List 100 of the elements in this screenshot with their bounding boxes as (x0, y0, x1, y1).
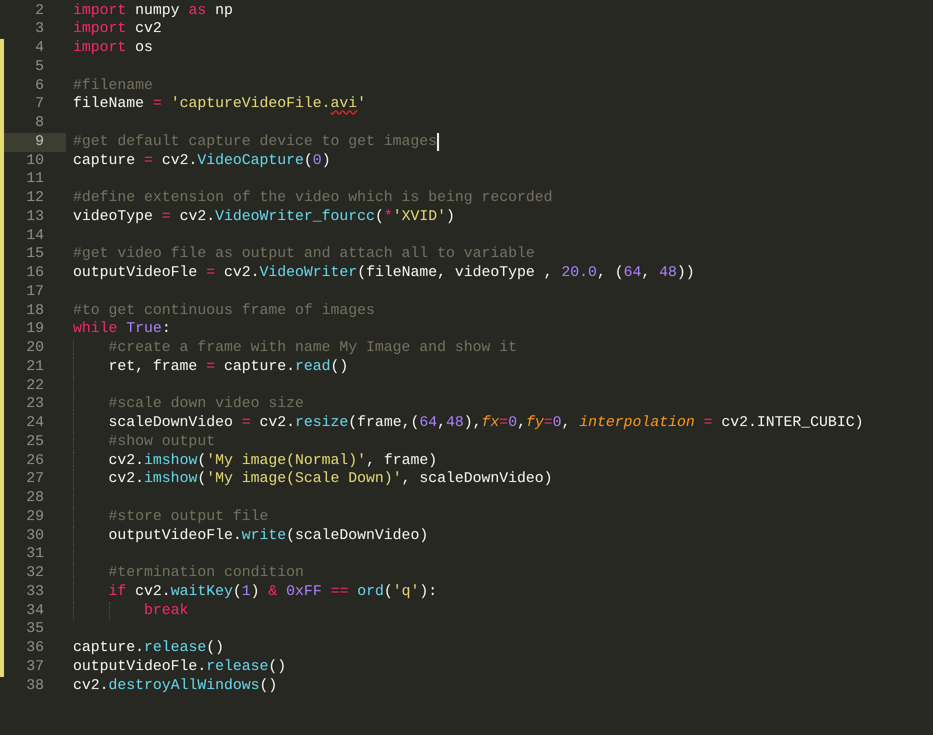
code-text: ( (304, 152, 313, 170)
text-cursor (437, 133, 440, 152)
code-text: () (259, 676, 278, 696)
code-text: cv2. (178, 208, 216, 227)
code-text: ) (250, 582, 261, 602)
code-text: capture (73, 152, 136, 170)
code-function: read (295, 358, 331, 377)
code-string: ' (357, 95, 366, 114)
line-number: 17 (26, 282, 44, 302)
code-constant: 48 (659, 264, 677, 283)
code-string: 'My image(Scale Down)' (206, 470, 402, 490)
line-number: 19 (26, 320, 44, 340)
code-text: (scaleDownVideo) (286, 526, 428, 546)
line-number: 11 (26, 170, 44, 190)
code-keyword: = (162, 208, 171, 227)
code-text: , (562, 414, 572, 433)
code-keyword: as (188, 2, 206, 20)
code-text: ( (384, 582, 393, 602)
code-text: ( (197, 452, 206, 470)
code-parameter: fx (482, 414, 500, 433)
line-number: 8 (35, 114, 44, 133)
line-number: 16 (26, 264, 44, 283)
code-text: () (268, 658, 286, 677)
code-function: ord (356, 582, 384, 602)
code-keyword: import (73, 2, 126, 20)
code-text: cv2.INTER_CUBIC) (720, 414, 864, 433)
code-text: , ( (596, 264, 624, 283)
code-function: release (206, 658, 268, 677)
code-text: cv2. (222, 264, 260, 283)
code-text: outputVideoFle. (108, 526, 242, 546)
line-number: 18 (26, 302, 44, 320)
code-text: () (330, 358, 348, 377)
code-keyword: import (73, 39, 126, 58)
line-number: 30 (26, 526, 44, 546)
code-comment: #get default capture device to get images (73, 132, 438, 152)
code-comment: #define extension of the video which is being recorded (73, 189, 552, 208)
code-text: ) (322, 152, 331, 170)
code-string: 'q' (392, 582, 420, 602)
code-keyword: while (73, 320, 118, 340)
code-text: () (206, 639, 224, 658)
line-number: 13 (26, 208, 44, 227)
code-function: write (242, 526, 286, 546)
line-number: 32 (26, 564, 44, 583)
code-comment: #show output (108, 432, 216, 452)
code-constant: 0 (312, 152, 322, 170)
code-string: 'XVID' (392, 208, 446, 227)
code-text: np (214, 2, 233, 20)
code-text: cv2. (134, 582, 171, 602)
code-keyword: = (206, 264, 216, 283)
line-number: 20 (26, 339, 44, 358)
code-parameter: interpolation (579, 414, 696, 433)
code-comment: #to get continuous frame of images (73, 302, 375, 320)
line-number: 5 (35, 58, 44, 77)
code-constant: 0 (552, 414, 562, 433)
code-keyword: * (384, 208, 393, 227)
code-keyword: = (499, 414, 508, 433)
code-string: 'My image(Normal)' (206, 452, 366, 470)
line-number: 9 (35, 132, 44, 152)
line-number: 38 (26, 676, 44, 696)
code-text: capture. (222, 358, 296, 377)
line-number: 7 (35, 95, 44, 114)
code-text: scaleDownVideo (108, 414, 234, 433)
line-number: 34 (26, 602, 44, 620)
line-number: 3 (35, 20, 44, 40)
code-text: : (162, 320, 171, 340)
code-keyword: == (330, 582, 348, 602)
line-number: 27 (26, 470, 44, 490)
line-number: 15 (26, 245, 44, 264)
code-keyword: = (704, 414, 712, 433)
code-text: ret, frame (108, 358, 198, 377)
code-text: cv2. (160, 152, 198, 170)
code-function: VideoWriter_fourcc (215, 208, 375, 227)
code-text: fileName (73, 95, 146, 114)
code-function: release (144, 639, 206, 658)
code-text: (fileName, videoType , (357, 264, 554, 283)
code-keyword: = (144, 152, 153, 170)
code-text: cv2 (134, 20, 162, 40)
code-constant: 0xFF (285, 582, 323, 602)
code-keyword: = (242, 414, 251, 433)
code-function: VideoCapture (197, 152, 304, 170)
line-number: 36 (26, 639, 44, 658)
code-function: waitKey (170, 582, 233, 602)
code-string: 'captureVideoFile. (170, 95, 331, 114)
code-constant: 64 (624, 264, 642, 283)
code-text: , (437, 414, 446, 433)
code-comment: #create a frame with name My Image and show it (108, 339, 517, 358)
line-number: 35 (26, 620, 44, 640)
code-keyword: = (544, 414, 553, 433)
line-number: 37 (26, 658, 44, 677)
code-keyword: = (206, 358, 216, 377)
code-comment: #termination condition (108, 564, 304, 583)
code-text: ( (197, 470, 206, 490)
line-number: 29 (26, 508, 44, 527)
code-text: , (641, 264, 652, 283)
code-constant: 1 (242, 582, 251, 602)
code-parameter: fy (526, 414, 544, 433)
code-comment: #filename (73, 76, 153, 96)
code-constant: 0 (508, 414, 518, 433)
code-keyword: = (152, 95, 162, 114)
code-text: cv2. (73, 676, 109, 696)
